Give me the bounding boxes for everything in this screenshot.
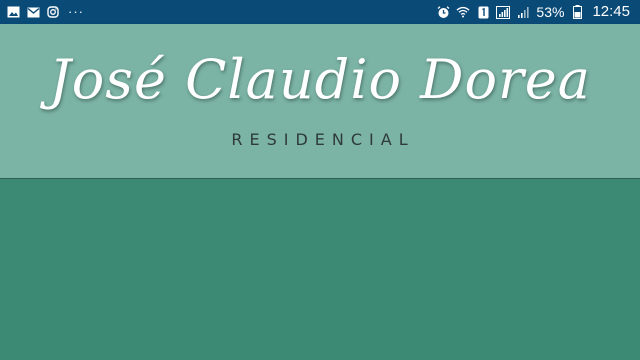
signal-icon bbox=[516, 5, 530, 19]
status-bar: ··· 53% 12:45 bbox=[0, 0, 640, 24]
main-content bbox=[0, 179, 640, 360]
system-tray: 53% 12:45 bbox=[436, 0, 630, 24]
instagram-icon bbox=[46, 5, 60, 19]
logo-subtitle: RESIDENCIAL bbox=[231, 130, 415, 149]
clock: 12:45 bbox=[592, 3, 630, 20]
sim1-icon bbox=[476, 5, 490, 19]
mail-icon bbox=[26, 5, 40, 19]
battery-percent: 53% bbox=[536, 4, 565, 20]
image-icon bbox=[6, 5, 20, 19]
more-notifications-indicator: ··· bbox=[68, 4, 84, 19]
signal-icon bbox=[496, 5, 511, 19]
alarm-icon bbox=[436, 5, 450, 19]
wifi-icon bbox=[456, 5, 470, 19]
logo-title: José Claudio Dorea bbox=[49, 48, 591, 111]
notification-area: ··· bbox=[6, 0, 84, 24]
app-header: José Claudio Dorea RESIDENCIAL bbox=[0, 24, 640, 179]
battery-icon bbox=[570, 5, 584, 19]
